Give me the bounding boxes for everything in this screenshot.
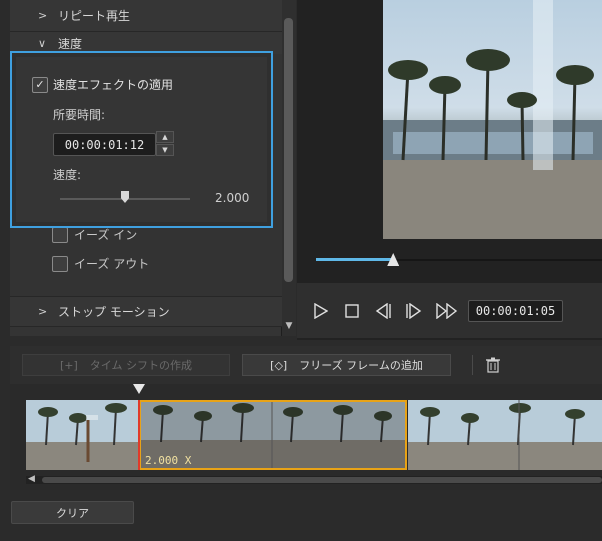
chevron-right-icon: > <box>38 305 48 318</box>
toolbar-divider <box>472 355 473 375</box>
previous-frame-icon[interactable] <box>373 302 393 320</box>
apply-speed-row[interactable]: ✓ 速度エフェクトの適用 <box>32 76 173 93</box>
speed-badge: 2.000 X <box>145 454 192 467</box>
speed-slider-label: 速度: <box>53 168 82 182</box>
playhead-line <box>138 400 140 470</box>
chevron-right-icon: > <box>38 9 48 22</box>
video-preview <box>383 0 602 239</box>
scrollbar-thumb[interactable] <box>284 18 293 282</box>
section-speed-label: 速度 <box>58 36 83 51</box>
preview-scrub-fill <box>316 258 394 261</box>
timeline-scroll-thumb[interactable] <box>42 477 602 483</box>
ease-out-checkbox[interactable] <box>52 255 68 272</box>
play-icon[interactable] <box>312 302 330 320</box>
ease-out-label: イーズ アウト <box>74 257 150 271</box>
section-repeat-label: リピート再生 <box>58 9 131 23</box>
next-frame-icon[interactable] <box>404 302 424 320</box>
ease-out-row[interactable]: イーズ アウト <box>52 255 149 272</box>
clear-button[interactable]: クリア <box>11 501 134 524</box>
speed-highlight-box: ✓ 速度エフェクトの適用 所要時間: 00:00:01:12 ▲ ▼ 速度: 2… <box>10 51 273 228</box>
chevron-down-icon: ∨ <box>38 36 47 50</box>
speed-value: 2.000 <box>215 191 250 205</box>
time-shift-label: タイム シフトの作成 <box>89 359 193 372</box>
timeline-clip[interactable] <box>408 400 602 470</box>
timeline-clip-selected[interactable]: 2.000 X <box>139 400 407 470</box>
freeze-frame-button[interactable]: [◇] フリーズ フレームの追加 <box>242 354 451 376</box>
stop-icon[interactable] <box>343 302 361 320</box>
apply-speed-label: 速度エフェクトの適用 <box>53 78 174 92</box>
duration-field[interactable]: 00:00:01:12 <box>53 133 156 156</box>
section-stop-motion[interactable]: > ストップ モーション <box>10 296 282 327</box>
section-repeat[interactable]: > リピート再生 <box>10 0 282 32</box>
duration-up-icon[interactable]: ▲ <box>156 131 174 143</box>
time-shift-icon: [+] <box>59 358 78 372</box>
scroll-down-icon[interactable]: ▼ <box>283 321 295 331</box>
freeze-frame-icon: [◇] <box>270 358 288 372</box>
ease-in-checkbox[interactable] <box>52 226 68 243</box>
scroll-left-icon[interactable]: ◀ <box>28 474 35 484</box>
ease-in-row[interactable]: イーズ イン <box>52 226 137 243</box>
freeze-frame-label: フリーズ フレームの追加 <box>299 359 423 372</box>
preview-timecode: 00:00:01:05 <box>468 300 563 322</box>
ease-in-label: イーズ イン <box>74 228 138 242</box>
duration-label: 所要時間: <box>53 108 106 122</box>
duration-down-icon[interactable]: ▼ <box>156 144 174 156</box>
fast-forward-icon[interactable] <box>435 302 459 320</box>
timeline-clip[interactable] <box>26 400 139 470</box>
trash-icon[interactable] <box>484 355 502 375</box>
section-stop-motion-label: ストップ モーション <box>58 305 170 319</box>
apply-speed-checkbox[interactable]: ✓ <box>32 76 48 93</box>
time-shift-button[interactable]: [+] タイム シフトの作成 <box>22 354 230 376</box>
